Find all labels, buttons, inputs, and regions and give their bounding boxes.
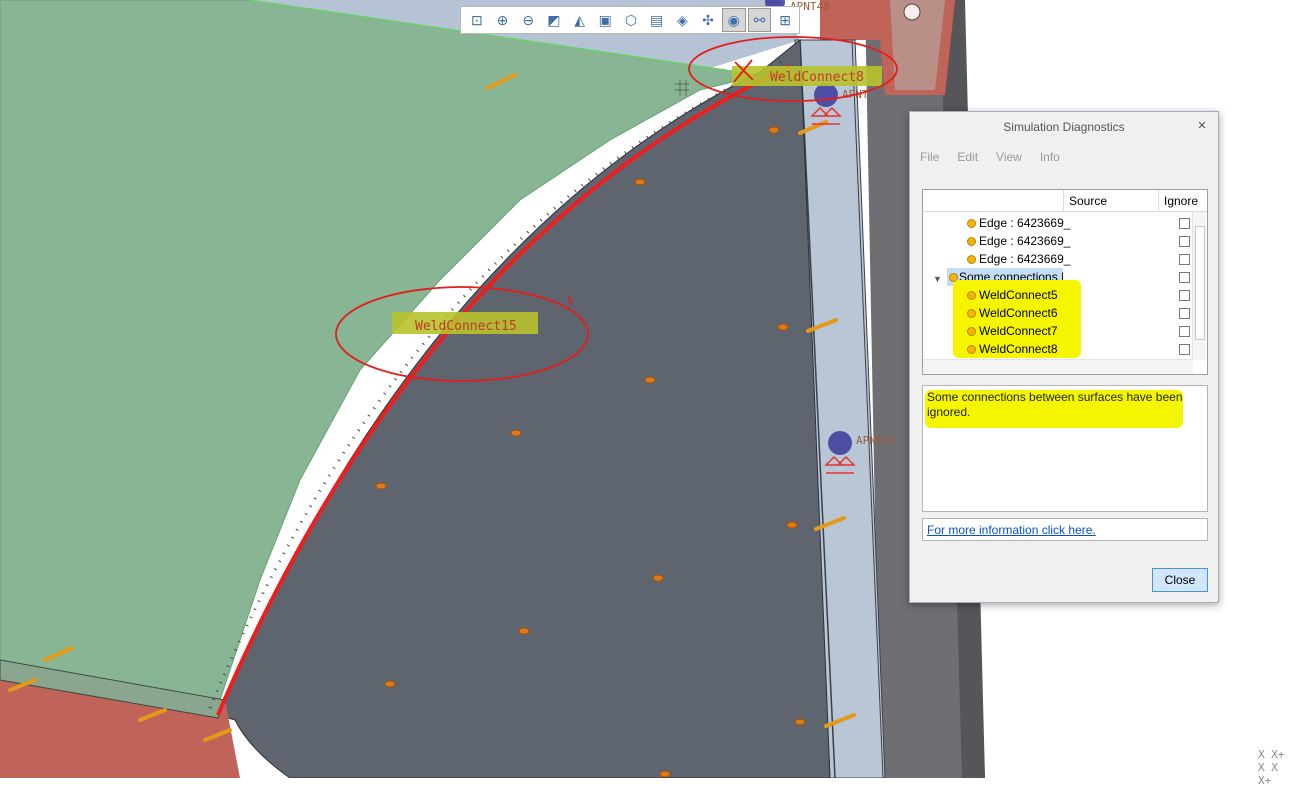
weld-label-top[interactable]: WeldConnect8 xyxy=(770,70,864,85)
ignore-checkbox[interactable] xyxy=(1179,236,1190,247)
warning-bullet-icon xyxy=(967,255,976,264)
simulation-display-icon[interactable]: ◉ xyxy=(721,8,746,32)
menu-info[interactable]: Info xyxy=(1040,150,1060,166)
ignore-checkbox[interactable] xyxy=(1179,254,1190,265)
warning-bullet-icon xyxy=(967,291,976,300)
named-view-icon[interactable]: ⬡ xyxy=(619,8,643,32)
ignore-checkbox[interactable] xyxy=(1179,218,1190,229)
coordinate-readout: X X+ X X X+ xyxy=(1258,748,1285,787)
column-name[interactable] xyxy=(923,190,1063,211)
shading-icon[interactable]: ◭ xyxy=(568,8,592,32)
more-info-link[interactable]: For more information click here. xyxy=(927,523,1096,537)
view-toolbar: ⊡ ⊕ ⊖ ◩ ◭ ▣ ⬡ ▤ ◈ ✣ ◉ ⚯ ⊞ xyxy=(460,6,800,34)
column-source[interactable]: Source xyxy=(1063,190,1158,211)
menu-edit[interactable]: Edit xyxy=(957,150,978,166)
warning-bullet-icon xyxy=(967,237,976,246)
warning-bullet-icon xyxy=(967,219,976,228)
horizontal-scrollbar[interactable] xyxy=(923,359,1193,374)
menu-file[interactable]: File xyxy=(920,150,939,166)
ignore-checkbox[interactable] xyxy=(1179,272,1190,283)
annotation-display-icon[interactable]: ⊞ xyxy=(773,8,797,32)
zoom-in-icon[interactable]: ⊕ xyxy=(491,8,515,32)
warning-bullet-icon xyxy=(967,327,976,336)
close-button[interactable]: Close xyxy=(1152,568,1208,592)
ignore-checkbox[interactable] xyxy=(1179,326,1190,337)
ignore-checkbox[interactable] xyxy=(1179,344,1190,355)
zoom-fit-icon[interactable]: ⊡ xyxy=(465,8,489,32)
simulation-diagnostics-dialog: Simulation Diagnostics × File Edit View … xyxy=(909,111,1219,603)
tree-row[interactable]: Edge : 6423669_ xyxy=(923,250,1193,268)
vertical-scrollbar[interactable] xyxy=(1192,212,1206,360)
diagnostic-message: Some connections between surfaces have b… xyxy=(927,390,1183,419)
repaint-icon[interactable]: ◩ xyxy=(542,8,566,32)
tree-row[interactable]: WeldConnect8 xyxy=(923,340,1193,358)
column-ignore[interactable]: Ignore xyxy=(1158,190,1207,211)
tree-row[interactable]: WeldConnect7 xyxy=(923,322,1193,340)
ignore-checkbox[interactable] xyxy=(1179,290,1190,301)
warning-bullet-icon xyxy=(967,345,976,354)
tree-row[interactable]: WeldConnect6 xyxy=(923,304,1193,322)
tree-row[interactable]: WeldConnect5 xyxy=(923,286,1193,304)
info-box: For more information click here. xyxy=(922,518,1208,541)
tree-header: Source Ignore xyxy=(923,190,1207,212)
point-label-middle: APNT58 xyxy=(856,434,896,447)
zoom-out-icon[interactable]: ⊖ xyxy=(516,8,540,32)
connections-icon[interactable]: ⚯ xyxy=(747,8,772,32)
close-icon[interactable]: × xyxy=(1194,118,1210,134)
datum-display-icon[interactable]: ✣ xyxy=(696,8,720,32)
box-view-icon[interactable]: ▣ xyxy=(593,8,617,32)
warning-bullet-icon xyxy=(967,309,976,318)
weld-label-center[interactable]: WeldConnect15 xyxy=(415,319,517,334)
message-box: Some connections between surfaces have b… xyxy=(922,385,1208,512)
menu-view[interactable]: View xyxy=(996,150,1022,166)
menu-bar: File Edit View Info xyxy=(920,150,1078,166)
scroll-thumb[interactable] xyxy=(1195,226,1205,340)
layers-icon[interactable]: ▤ xyxy=(645,8,669,32)
spin-center-icon[interactable]: ◈ xyxy=(671,8,695,32)
ignore-checkbox[interactable] xyxy=(1179,308,1190,319)
diagnostics-tree[interactable]: Source Ignore Edge : 6423669_ Edge : 642… xyxy=(922,189,1208,375)
dialog-title: Simulation Diagnostics xyxy=(1003,120,1125,134)
tree-row[interactable]: Edge : 6423669_ xyxy=(923,214,1193,232)
tree-row[interactable]: Edge : 6423669_ xyxy=(923,232,1193,250)
